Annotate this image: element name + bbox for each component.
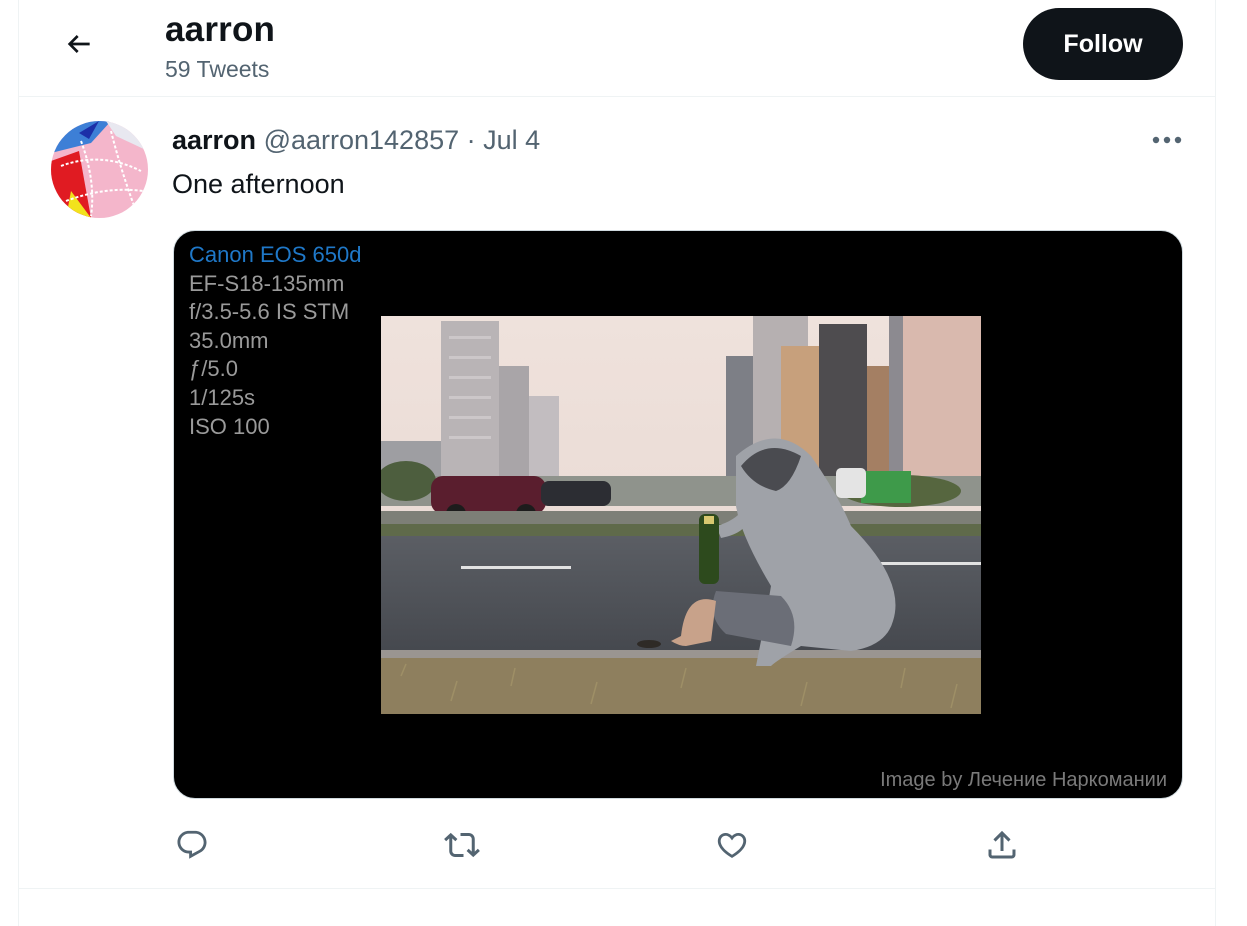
tweet-date[interactable]: Jul 4 [483,125,540,155]
arrow-left-icon [67,35,90,53]
avatar[interactable] [51,121,148,218]
more-dots-icon [1152,136,1182,144]
timeline-column: aarron 59 Tweets Follow aarron @aarron14… [18,0,1216,926]
image-credit: Image by Лечение Наркомании [880,769,1167,791]
retweet-icon [444,832,480,858]
like-button[interactable] [712,825,752,865]
tweet-text: One afternoon [172,169,345,199]
share-button[interactable] [982,825,1022,865]
back-button[interactable] [59,24,99,64]
tweet-header: aarron @aarron142857 · Jul 4 [172,125,540,156]
reply-icon [177,830,207,859]
author-name[interactable]: aarron [172,125,256,155]
share-icon [988,830,1016,859]
reply-button[interactable] [172,825,212,865]
follow-button[interactable]: Follow [1023,8,1183,80]
iso: ISO 100 [189,413,270,439]
tweet[interactable]: aarron @aarron142857 · Jul 4 One afterno… [19,97,1215,889]
retweet-button[interactable] [442,825,482,865]
camera-model: Canon EOS 650d [189,242,362,267]
aperture: ƒ/5.0 [189,356,238,382]
author-handle[interactable]: @aarron142857 [264,125,460,155]
heart-icon [717,832,747,858]
shutter-speed: 1/125s [189,384,256,410]
lens-aperture: f/3.5-5.6 IS STM [189,299,350,325]
tweet-photo [381,316,981,714]
tweet-media[interactable]: Canon EOS 650d EF-S18-135mm f/3.5-5.6 IS… [173,230,1183,799]
more-button[interactable] [1149,125,1185,155]
page-title: aarron [165,10,276,49]
focal-length: 35.0mm [189,327,269,353]
tweet-actions [172,825,1052,865]
camera-info: Canon EOS 650d EF-S18-135mm f/3.5-5.6 IS… [189,241,361,441]
profile-header: aarron 59 Tweets Follow [19,0,1215,97]
separator: · [466,125,476,155]
tweet-count: 59 Tweets [165,56,270,82]
lens-name: EF-S18-135mm [189,270,345,296]
